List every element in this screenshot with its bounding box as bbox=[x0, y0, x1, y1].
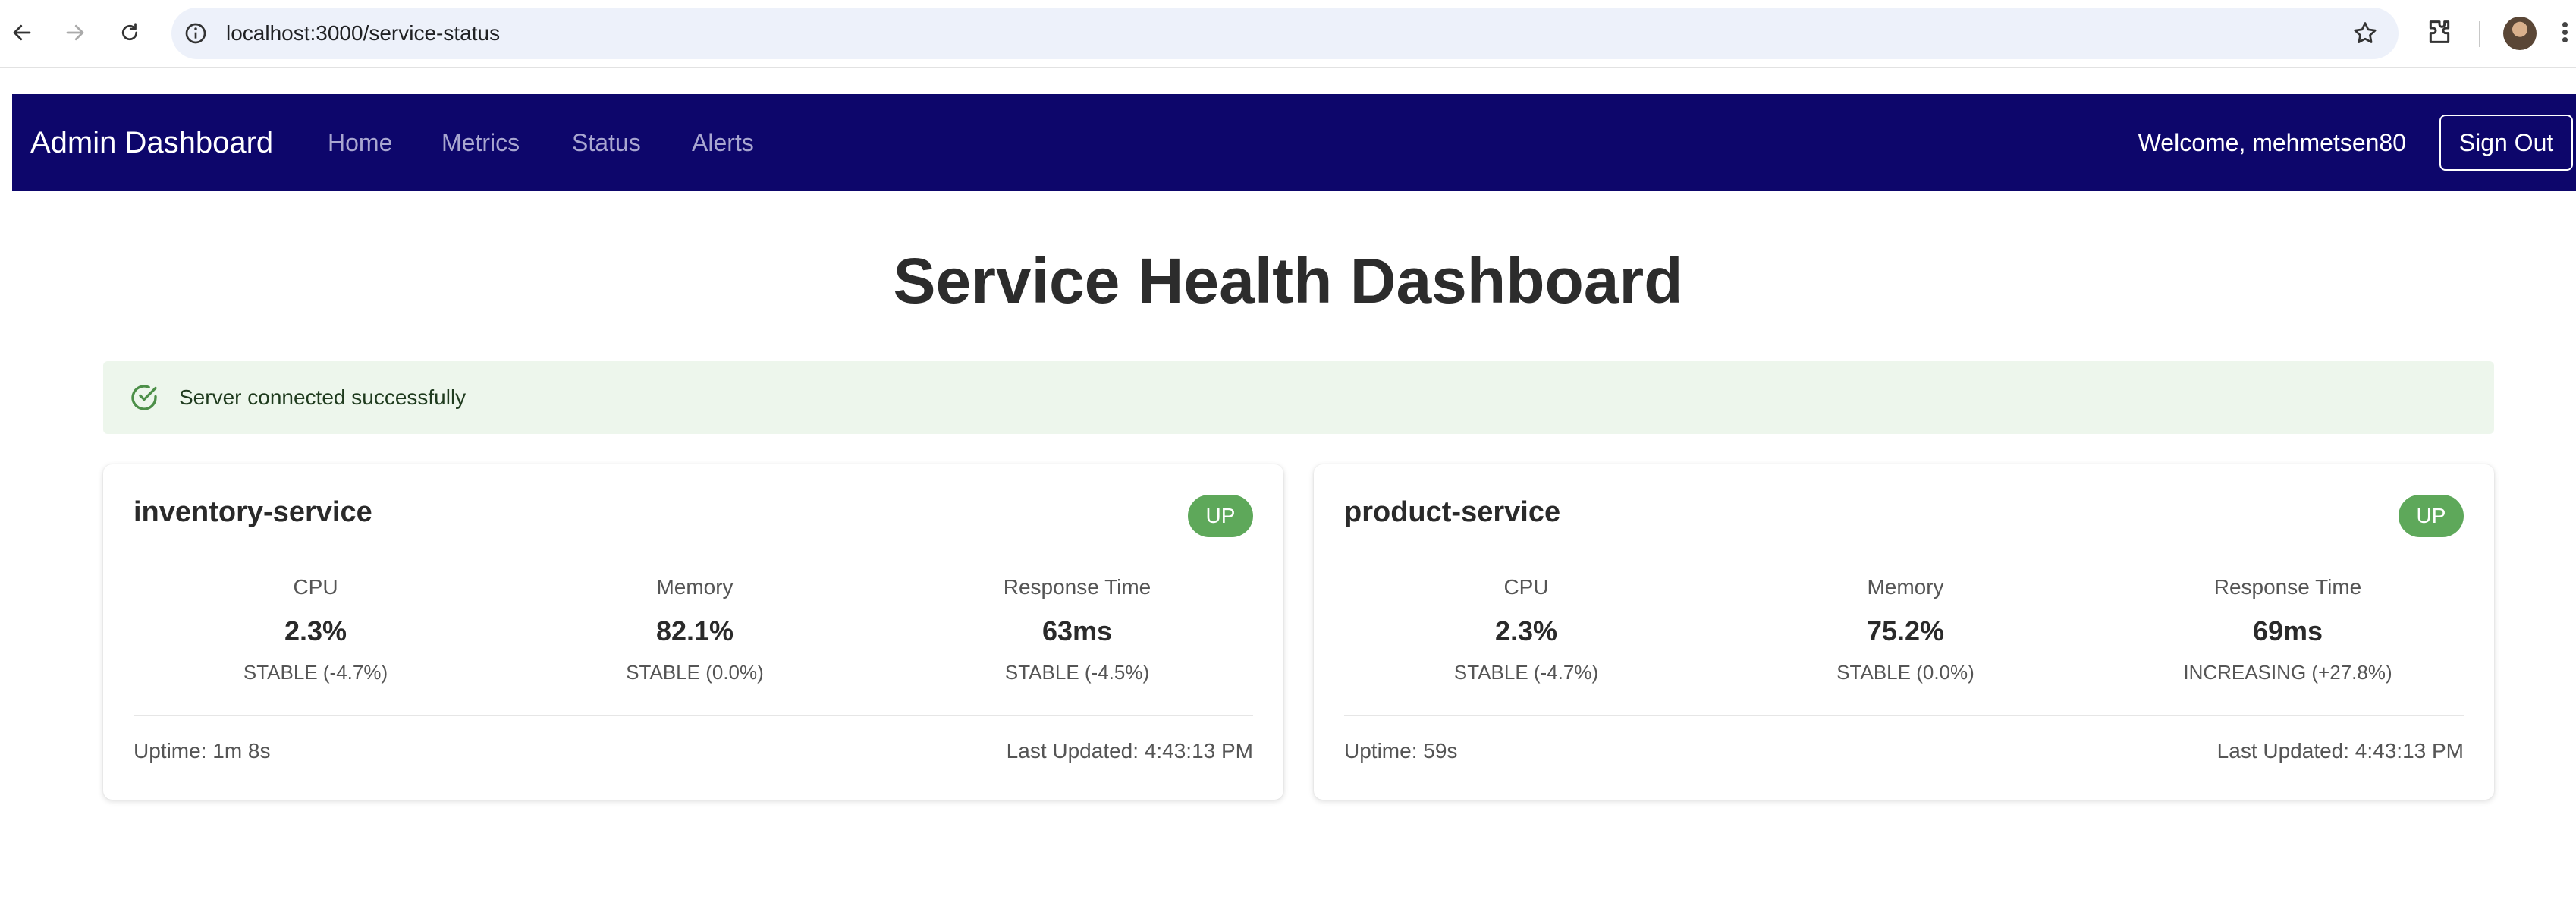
card-divider bbox=[1344, 715, 2464, 716]
status-badge: UP bbox=[2399, 495, 2464, 537]
metric-memory: Memory 82.1% STABLE (0.0%) bbox=[505, 572, 884, 687]
metric-value: 82.1% bbox=[655, 615, 734, 646]
metric-label: Memory bbox=[1867, 575, 1944, 599]
brand-title[interactable]: Admin Dashboard bbox=[30, 94, 273, 191]
metric-trend: STABLE (0.0%) bbox=[1836, 661, 1974, 684]
metric-label: CPU bbox=[1503, 575, 1549, 599]
metric-label: Memory bbox=[656, 575, 734, 599]
last-updated-text: Last Updated: 4:43:13 PM bbox=[2216, 739, 2464, 763]
metric-label: Response Time bbox=[1003, 575, 1151, 599]
reload-icon bbox=[121, 23, 138, 41]
sign-out-button[interactable]: Sign Out bbox=[2439, 115, 2573, 171]
address-bar[interactable]: localhost:3000/service-status bbox=[171, 8, 2399, 59]
check-circle-icon bbox=[131, 385, 157, 410]
alert-message: Server connected successfully bbox=[179, 385, 467, 409]
metric-cpu: CPU 2.3% STABLE (-4.7%) bbox=[126, 572, 505, 687]
metric-value: 69ms bbox=[2252, 615, 2323, 646]
uptime-text: Uptime: 1m 8s bbox=[134, 739, 271, 763]
metric-trend: STABLE (0.0%) bbox=[626, 661, 764, 684]
arrow-left-icon bbox=[13, 24, 31, 41]
service-name: inventory-service bbox=[134, 496, 372, 528]
info-icon[interactable] bbox=[184, 21, 208, 46]
back-button[interactable] bbox=[5, 15, 39, 50]
nav-link-status[interactable]: Status bbox=[572, 94, 641, 191]
reload-button[interactable] bbox=[112, 15, 147, 50]
metric-memory: Memory 75.2% STABLE (0.0%) bbox=[1716, 572, 2095, 687]
last-updated-text: Last Updated: 4:43:13 PM bbox=[1006, 739, 1253, 763]
card-divider bbox=[134, 715, 1253, 716]
url-text[interactable]: localhost:3000/service-status bbox=[226, 8, 500, 59]
toolbar-divider bbox=[2479, 21, 2480, 47]
metric-value: 63ms bbox=[1041, 615, 1113, 646]
metric-value: 2.3% bbox=[284, 615, 347, 646]
metric-trend: STABLE (-4.7%) bbox=[243, 661, 388, 684]
metric-value: 75.2% bbox=[1866, 615, 1945, 646]
welcome-text: Welcome, mehmetsen80 bbox=[2138, 129, 2406, 156]
nav-link-home[interactable]: Home bbox=[328, 94, 392, 191]
app-navbar: Admin Dashboard Home Metrics Status Aler… bbox=[12, 94, 2576, 191]
uptime-text: Uptime: 59s bbox=[1344, 739, 1458, 763]
browser-menu-icon[interactable] bbox=[2561, 20, 2568, 49]
metric-label: CPU bbox=[293, 575, 338, 599]
service-name: product-service bbox=[1344, 496, 1561, 528]
status-badge: UP bbox=[1188, 495, 1253, 537]
page-title: Service Health Dashboard bbox=[893, 245, 1683, 316]
bookmark-star-icon[interactable] bbox=[2351, 20, 2379, 47]
metric-cpu: CPU 2.3% STABLE (-4.7%) bbox=[1337, 572, 1716, 687]
metric-label: Response Time bbox=[2213, 575, 2362, 599]
nav-link-alerts[interactable]: Alerts bbox=[692, 94, 754, 191]
forward-button[interactable] bbox=[58, 15, 93, 50]
metric-value: 2.3% bbox=[1494, 615, 1558, 646]
metric-response-time: Response Time 63ms STABLE (-4.5%) bbox=[887, 572, 1267, 687]
metric-trend: INCREASING (+27.8%) bbox=[2183, 661, 2392, 684]
service-card-product: product-service UP CPU 2.3% STABLE (-4.7… bbox=[1314, 464, 2494, 800]
arrow-right-icon bbox=[66, 24, 84, 41]
browser-toolbar: localhost:3000/service-status bbox=[0, 0, 2576, 68]
profile-avatar[interactable] bbox=[2503, 17, 2537, 50]
metric-trend: STABLE (-4.7%) bbox=[1453, 661, 1599, 684]
metric-response-time: Response Time 69ms INCREASING (+27.8%) bbox=[2098, 572, 2477, 687]
metric-trend: STABLE (-4.5%) bbox=[1004, 661, 1150, 684]
connection-alert: Server connected successfully bbox=[103, 361, 2494, 434]
extensions-puzzle-icon[interactable] bbox=[2424, 17, 2455, 47]
nav-link-metrics[interactable]: Metrics bbox=[441, 94, 520, 191]
service-card-inventory: inventory-service UP CPU 2.3% STABLE (-4… bbox=[103, 464, 1283, 800]
